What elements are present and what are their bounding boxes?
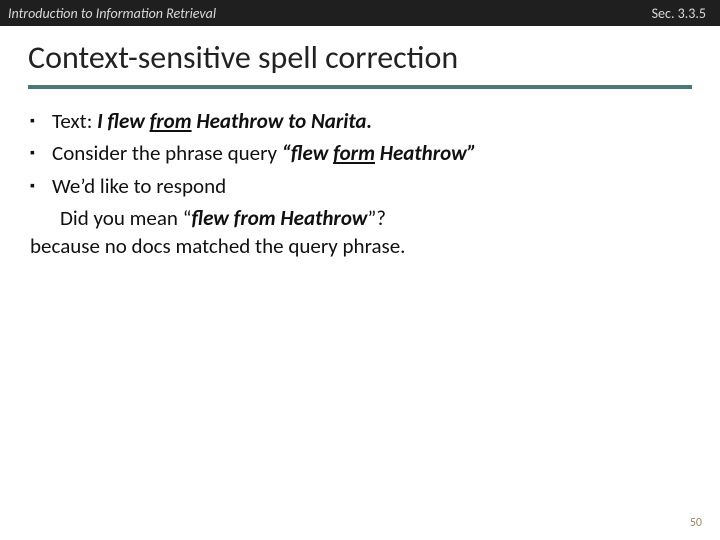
bullet-2: ▪ Consider the phrase query “flew form H… — [30, 139, 690, 167]
l4-pre: Did you mean — [60, 205, 183, 231]
b1-pre: Text: — [52, 108, 97, 134]
line-4: Did you mean “flew from Heathrow”? — [60, 204, 690, 232]
bullet-mark-icon: ▪ — [30, 139, 52, 167]
b1-from: from — [150, 108, 192, 134]
header-bar: Introduction to Information Retrieval Se… — [0, 0, 720, 26]
bullet-mark-icon: ▪ — [30, 172, 52, 200]
b2-pre: Consider the phrase query — [52, 140, 282, 166]
l4-qclose: ” — [367, 205, 376, 231]
slide: Introduction to Information Retrieval Se… — [0, 0, 720, 540]
page-number: 50 — [690, 516, 702, 530]
bullet-1: ▪ Text: I flew from Heathrow to Narita. — [30, 107, 690, 135]
header-left: Introduction to Information Retrieval — [8, 5, 216, 22]
bullet-2-text: Consider the phrase query “flew form Hea… — [52, 139, 690, 167]
l4-ital: flew from Heathrow — [192, 205, 368, 231]
b2-qopen: “ — [282, 140, 291, 166]
bullet-1-text: Text: I flew from Heathrow to Narita. — [52, 107, 690, 135]
bullet-3-text: We’d like to respond — [52, 172, 690, 200]
b1-ital-mid: Heathrow to Narita. — [192, 108, 373, 134]
body: ▪ Text: I flew from Heathrow to Narita. … — [0, 89, 720, 261]
b2-ital2: Heathrow — [375, 140, 467, 166]
title-wrap: Context-sensitive spell correction — [0, 26, 720, 81]
b2-ital1: flew — [291, 140, 333, 166]
b2-form: form — [333, 140, 375, 166]
header-section: Sec. 3.3.5 — [652, 5, 706, 22]
b1-ital-pre: I flew — [97, 108, 150, 134]
b2-qclose: ” — [467, 140, 476, 166]
l4-qopen: “ — [183, 205, 192, 231]
slide-title: Context-sensitive spell correction — [28, 38, 692, 77]
l4-post: ? — [376, 205, 386, 231]
line-5: because no docs matched the query phrase… — [30, 232, 690, 260]
bullet-3: ▪ We’d like to respond — [30, 172, 690, 200]
bullet-mark-icon: ▪ — [30, 107, 52, 135]
